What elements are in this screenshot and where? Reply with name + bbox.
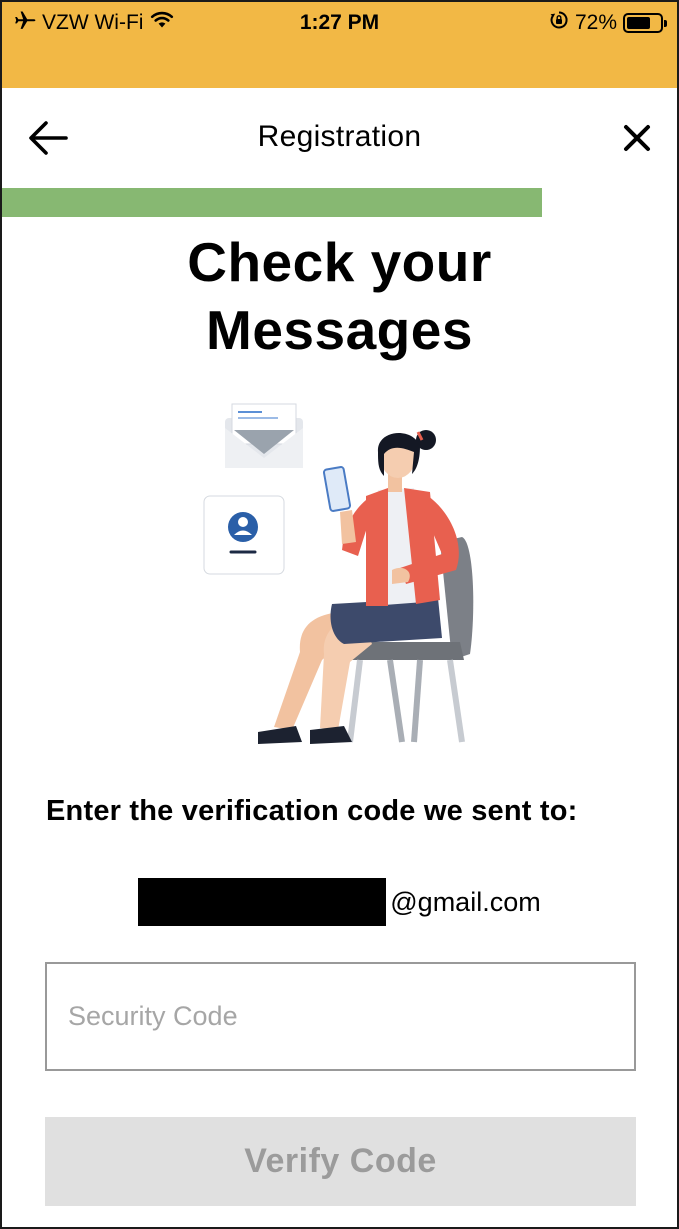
app-screen: VZW Wi-Fi 1:27 PM 72% Registration Check…: [0, 0, 679, 1229]
headline: Check your Messages: [2, 228, 677, 364]
registration-progress-bar: [2, 188, 677, 217]
battery-tip: [664, 20, 667, 27]
nav-header: Registration: [2, 88, 677, 188]
rotation-lock-icon: [549, 10, 569, 36]
security-code-input[interactable]: [45, 962, 636, 1071]
verify-code-button[interactable]: Verify Code: [45, 1117, 636, 1206]
battery-percent: 72%: [574, 11, 617, 34]
redacted-email-username: [138, 878, 387, 926]
close-button[interactable]: [617, 118, 657, 158]
close-icon: [624, 125, 650, 151]
status-bar: VZW Wi-Fi 1:27 PM 72%: [2, 2, 677, 88]
contact-card-icon: [203, 495, 285, 575]
email-display: @gmail.com: [2, 878, 677, 926]
battery-icon: [623, 13, 667, 33]
battery-level: [627, 17, 651, 29]
email-domain: @gmail.com: [390, 886, 541, 917]
instruction-text: Enter the verification code we sent to:: [46, 795, 578, 827]
progress-fill: [2, 188, 542, 217]
woman-with-phone-illustration: [203, 403, 474, 744]
status-right: 72%: [549, 9, 667, 37]
envelope-icon: [225, 403, 303, 468]
headline-line-1: Check your: [187, 231, 492, 293]
page-title: Registration: [257, 120, 422, 153]
headline-line-2: Messages: [206, 299, 473, 361]
